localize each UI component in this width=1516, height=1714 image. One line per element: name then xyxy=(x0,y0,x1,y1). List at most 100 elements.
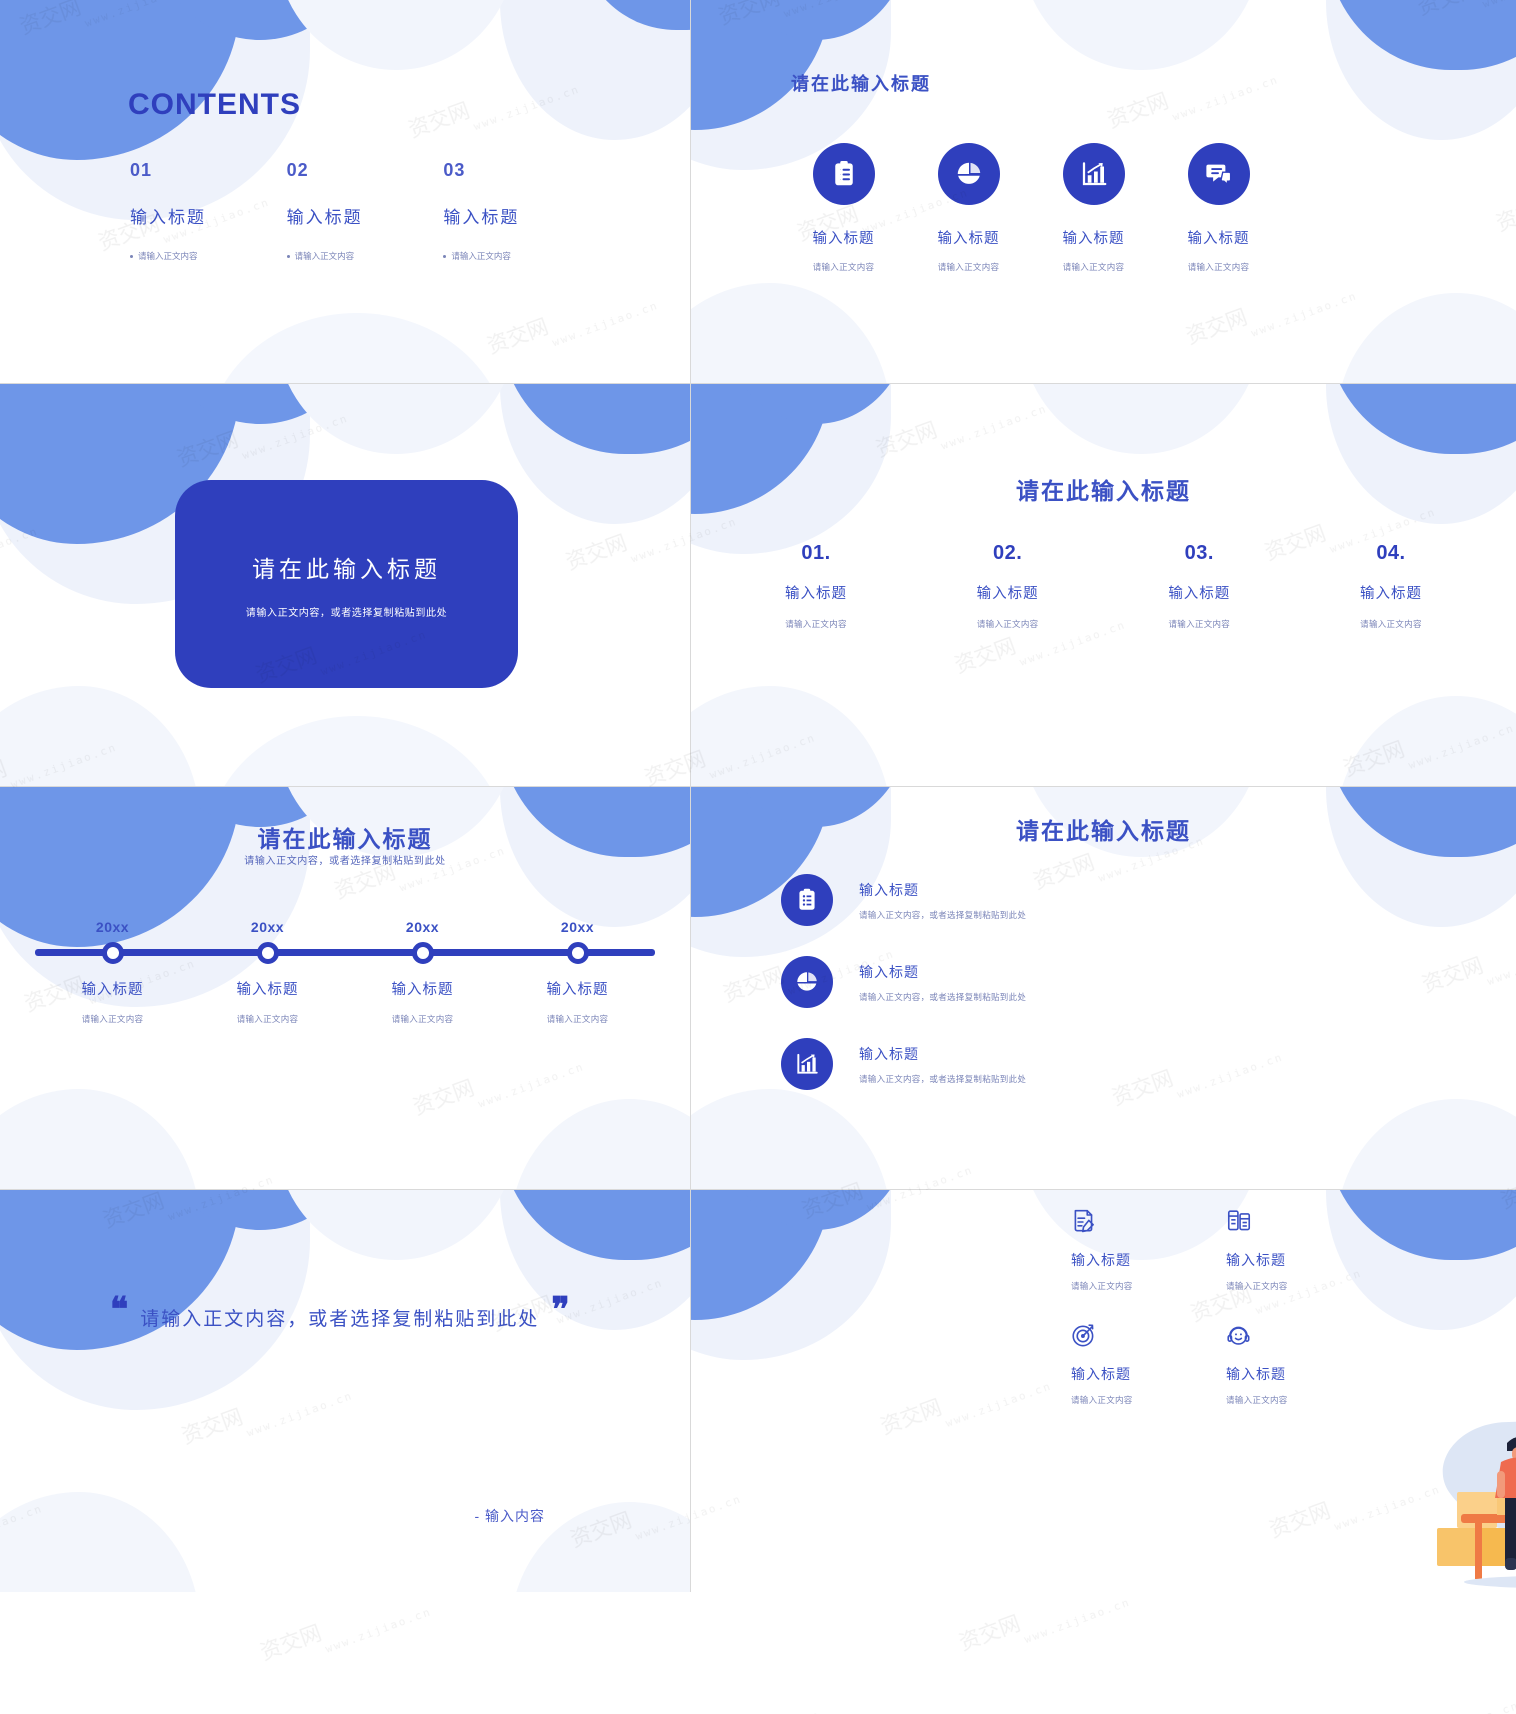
numbered-item-title: 输入标题 xyxy=(1359,586,1422,602)
decorative-blob xyxy=(0,1089,200,1189)
icon-card-title: 输入标题 xyxy=(1062,231,1125,247)
slide-four-icons[interactable]: 请在此输入标题 输入标题 请输入正文内容 输入标题 请输入正文内容 输入标题 请… xyxy=(691,0,1516,383)
decorative-blob xyxy=(0,0,240,160)
contents-item-bullet: 请输入正文内容 xyxy=(287,250,444,262)
document-edit-icon[interactable] xyxy=(1071,1208,1226,1238)
feature-item-title: 输入标题 xyxy=(1226,1366,1286,1382)
page-title: 请在此输入标题 xyxy=(1016,818,1191,844)
timeline-item-sub: 请输入正文内容 xyxy=(236,1014,299,1024)
quote-block: ❝ 请输入正文内容，或者选择复制粘贴到此处 ❞ xyxy=(110,1292,570,1331)
quote-open-icon: ❝ xyxy=(110,1292,129,1329)
slide-illustration-four[interactable]: 输入标题 请输入正文内容 输入标题 请输入正文内容 输入标题 请输入正文内容 输… xyxy=(691,1190,1516,1592)
decorative-blob xyxy=(691,1190,891,1360)
slide-numbered-four[interactable]: 请在此输入标题 01. 输入标题 请输入正文内容 02. 输入标题 请输入正文内… xyxy=(691,384,1516,786)
slide-section-card[interactable]: 请在此输入标题 请输入正文内容，或者选择复制粘贴到此处 xyxy=(0,384,690,786)
slide-timeline[interactable]: 请在此输入标题 请输入正文内容，或者选择复制粘贴到此处 20xx 20xx 20… xyxy=(0,787,690,1189)
timeline-item[interactable]: 输入标题 请输入正文内容 xyxy=(35,978,190,1025)
slide-thumbnail-grid: CONTENTS 01 输入标题 请输入正文内容 02 输入标题 请输入正文内容… xyxy=(0,0,1516,1714)
contents-item[interactable]: 02 输入标题 请输入正文内容 xyxy=(287,160,444,262)
icon-card[interactable]: 输入标题 请输入正文内容 xyxy=(1031,143,1156,273)
numbered-item[interactable]: 01. 输入标题 请输入正文内容 xyxy=(741,542,891,630)
feature-item[interactable]: 输入标题 请输入正文内容 xyxy=(1226,1208,1381,1292)
decorative-blob xyxy=(207,716,507,786)
icon-card[interactable]: 输入标题 请输入正文内容 xyxy=(781,143,906,273)
bar-chart-icon[interactable] xyxy=(1062,143,1125,205)
contents-item-bullet: 请输入正文内容 xyxy=(443,250,600,262)
contents-item[interactable]: 01 输入标题 请输入正文内容 xyxy=(130,160,287,262)
decorative-blob xyxy=(721,0,911,40)
numbered-item-number: 02. xyxy=(993,542,1023,564)
timeline-node[interactable] xyxy=(101,941,124,964)
decorative-blob xyxy=(500,1190,690,1260)
feature-item-title: 输入标题 xyxy=(1071,1366,1131,1382)
icon-list-item-title: 输入标题 xyxy=(859,963,919,980)
decorative-blob xyxy=(207,313,507,383)
timeline-node[interactable] xyxy=(411,941,434,964)
decorative-blob xyxy=(1021,0,1261,70)
decorative-blob xyxy=(150,384,370,424)
page-title: 请在此输入标题 xyxy=(791,74,931,94)
feature-item-sub: 请输入正文内容 xyxy=(1071,1281,1133,1291)
contents-item-bullet: 请输入正文内容 xyxy=(130,250,287,262)
icon-list-item[interactable]: 输入标题 请输入正文内容，或者选择复制粘贴到此处 xyxy=(781,874,1441,926)
numbered-item[interactable]: 03. 输入标题 请输入正文内容 xyxy=(1124,542,1274,630)
feature-item[interactable]: 输入标题 请输入正文内容 xyxy=(1071,1208,1226,1292)
icon-card-sub: 请输入正文内容 xyxy=(1062,262,1125,272)
headset-support-icon[interactable] xyxy=(1226,1322,1381,1352)
icon-list-item[interactable]: 输入标题 请输入正文内容，或者选择复制粘贴到此处 xyxy=(781,1038,1441,1090)
numbered-item[interactable]: 04. 输入标题 请输入正文内容 xyxy=(1316,542,1466,630)
section-title-card[interactable]: 请在此输入标题 请输入正文内容，或者选择复制粘贴到此处 xyxy=(175,480,518,688)
page-subtitle: 请输入正文内容，或者选择复制粘贴到此处 xyxy=(244,856,446,867)
quote-text: 请输入正文内容，或者选择复制粘贴到此处 xyxy=(140,1309,540,1330)
device-compare-icon[interactable] xyxy=(1226,1208,1381,1238)
timeline-item[interactable]: 输入标题 请输入正文内容 xyxy=(190,978,345,1025)
feature-item[interactable]: 输入标题 请输入正文内容 xyxy=(1071,1322,1226,1406)
decorative-blob xyxy=(721,1190,911,1230)
timeline-item-sub: 请输入正文内容 xyxy=(391,1014,454,1024)
numbered-item-title: 输入标题 xyxy=(785,586,847,602)
chat-bubble-icon[interactable] xyxy=(1187,143,1250,205)
icon-card[interactable]: 输入标题 请输入正文内容 xyxy=(906,143,1031,273)
icon-card[interactable]: 输入标题 请输入正文内容 xyxy=(1156,143,1281,273)
pie-chart-icon[interactable] xyxy=(937,143,1000,205)
numbered-item[interactable]: 02. 输入标题 请输入正文内容 xyxy=(933,542,1083,630)
feature-grid: 输入标题 请输入正文内容 输入标题 请输入正文内容 输入标题 请输入正文内容 输… xyxy=(1071,1208,1381,1406)
contents-item-number: 03 xyxy=(443,160,466,180)
timeline-item[interactable]: 输入标题 请输入正文内容 xyxy=(345,978,500,1025)
contents-columns: 01 输入标题 请输入正文内容 02 输入标题 请输入正文内容 03 输入标题 … xyxy=(130,160,600,262)
slide-icon-list[interactable]: 请在此输入标题 输入标题 请输入正文内容，或者选择复制粘贴到此处 输入标题 请输… xyxy=(691,787,1516,1189)
decorative-blob xyxy=(691,1190,831,1320)
feature-item[interactable]: 输入标题 请输入正文内容 xyxy=(1226,1322,1381,1406)
icon-list-item-sub: 请输入正文内容，或者选择复制粘贴到此处 xyxy=(859,991,1027,1002)
timeline-node[interactable] xyxy=(566,941,589,964)
clipboard-list-icon[interactable] xyxy=(781,874,833,926)
timeline-item[interactable]: 输入标题 请输入正文内容 xyxy=(500,978,655,1025)
quote-attribution: - 输入内容 xyxy=(474,1508,545,1524)
icon-list-item[interactable]: 输入标题 请输入正文内容，或者选择复制粘贴到此处 xyxy=(781,956,1441,1008)
icon-card-sub: 请输入正文内容 xyxy=(937,262,1000,272)
timeline-node[interactable] xyxy=(256,941,279,964)
feature-item-title: 输入标题 xyxy=(1071,1252,1131,1268)
bar-chart-icon[interactable] xyxy=(781,1038,833,1090)
decorative-blob xyxy=(0,686,200,786)
decorative-blob xyxy=(276,384,516,454)
decorative-blob xyxy=(150,0,370,40)
icon-card-title: 输入标题 xyxy=(937,231,1000,247)
pie-chart-icon[interactable] xyxy=(781,956,833,1008)
icon-list-item-sub: 请输入正文内容，或者选择复制粘贴到此处 xyxy=(859,909,1027,920)
contents-item[interactable]: 03 输入标题 请输入正文内容 xyxy=(443,160,600,262)
numbered-item-number: 01. xyxy=(801,542,831,564)
contents-item-number: 01 xyxy=(130,160,153,180)
clipboard-list-icon[interactable] xyxy=(812,143,875,205)
icon-card-title: 输入标题 xyxy=(1187,231,1250,247)
timeline-item-title: 输入标题 xyxy=(546,982,609,998)
decorative-blob xyxy=(1326,0,1516,70)
numbered-item-number: 03. xyxy=(1184,542,1214,564)
slide-contents[interactable]: CONTENTS 01 输入标题 请输入正文内容 02 输入标题 请输入正文内容… xyxy=(0,0,690,383)
numbered-item-title: 输入标题 xyxy=(976,586,1039,602)
icon-card-title: 输入标题 xyxy=(812,231,875,247)
target-icon[interactable] xyxy=(1071,1322,1226,1352)
decorative-blob xyxy=(691,0,831,130)
decorative-blob xyxy=(691,283,891,383)
slide-quote[interactable]: ❝ 请输入正文内容，或者选择复制粘贴到此处 ❞ - 输入内容 xyxy=(0,1190,690,1592)
